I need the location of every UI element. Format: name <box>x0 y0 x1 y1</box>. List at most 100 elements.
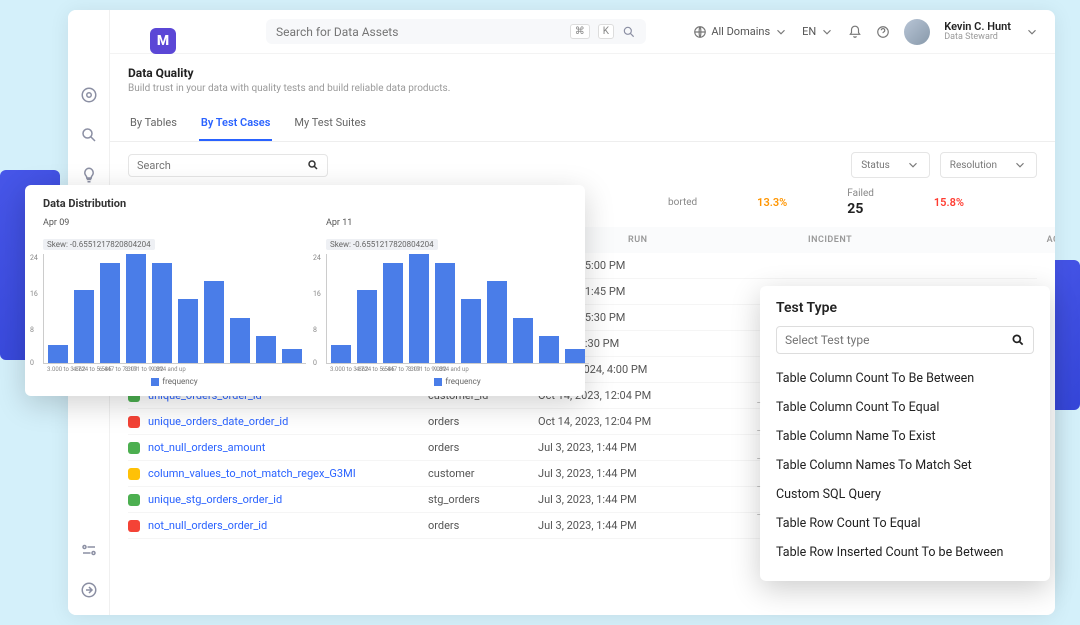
user-role: Data Steward <box>944 33 1011 43</box>
tab-by-test-cases[interactable]: By Test Cases <box>199 108 273 141</box>
bar <box>204 281 224 363</box>
avatar[interactable] <box>904 19 930 45</box>
chevron-down-icon <box>774 25 788 39</box>
test-type-search[interactable] <box>776 326 1034 354</box>
test-type-option[interactable]: Table Column Count To Equal <box>776 393 1034 422</box>
bar <box>48 345 68 363</box>
test-type-option[interactable]: Table Column Names To Match Set <box>776 451 1034 480</box>
bar <box>74 290 94 363</box>
search-icon[interactable] <box>622 25 636 39</box>
bar <box>487 281 507 363</box>
chevron-down-icon <box>906 158 920 172</box>
test-type-option[interactable]: Table Column Name To Exist <box>776 422 1034 451</box>
tabs: By Tables By Test Cases My Test Suites <box>110 108 1055 142</box>
domain-label: All Domains <box>711 25 770 38</box>
topbar-right: All Domains EN Kevin C. Hunt Data Stewar… <box>693 19 1039 45</box>
global-search[interactable]: ⌘ K <box>266 19 646 44</box>
status-filter[interactable]: Status <box>851 152 930 178</box>
domain-selector[interactable]: All Domains <box>693 25 788 39</box>
run-time: Jul 3, 2023, 1:44 PM <box>538 467 708 480</box>
test-name[interactable]: unique_stg_orders_order_id <box>148 493 428 506</box>
bar <box>230 318 250 363</box>
resolution-filter[interactable]: Resolution <box>940 152 1037 178</box>
table-name: orders <box>428 415 538 428</box>
search-icon <box>307 159 319 171</box>
col-run: RUN <box>628 235 808 245</box>
test-type-title: Test Type <box>776 300 1034 316</box>
stat-failed: Failed 25 <box>847 188 874 217</box>
run-time: Oct 14, 2023, 12:04 PM <box>538 415 708 428</box>
test-type-option[interactable]: Custom SQL Query <box>776 480 1034 509</box>
aborted-pct: 13.3% <box>757 196 787 209</box>
bar <box>256 336 276 363</box>
skew-label: Skew: -0.6551217820804204 <box>326 239 438 250</box>
globe-icon <box>693 25 707 39</box>
table-search[interactable] <box>128 154 328 177</box>
status-indicator <box>128 416 140 428</box>
filters-bar: Status Resolution <box>110 142 1055 188</box>
bar <box>282 349 302 363</box>
chevron-down-icon[interactable] <box>1025 25 1039 39</box>
test-name[interactable]: column_values_to_not_match_regex_G3MI <box>148 467 428 480</box>
page-title: Data Quality <box>128 66 1037 80</box>
table-name: stg_orders <box>428 493 538 506</box>
bar <box>435 263 455 363</box>
bar <box>331 345 351 363</box>
tab-by-tables[interactable]: By Tables <box>128 108 179 141</box>
bar <box>409 254 429 363</box>
test-type-option[interactable]: Table Column Count To Be Between <box>776 364 1034 393</box>
bar <box>100 263 120 363</box>
run-time: Jul 3, 2023, 1:44 PM <box>538 519 708 532</box>
run-time: Jul 3, 2023, 1:44 PM <box>538 441 708 454</box>
bar <box>178 299 198 363</box>
user-name: Kevin C. Hunt <box>944 21 1011 33</box>
dist-title: Data Distribution <box>43 197 567 210</box>
table-name: customer <box>428 467 538 480</box>
status-indicator <box>128 442 140 454</box>
settings-icon[interactable] <box>80 541 98 559</box>
col-actions: ACTIONS <box>1008 235 1055 245</box>
bar <box>126 254 146 363</box>
test-type-option[interactable]: Table Row Count To Equal <box>776 509 1034 538</box>
user-info: Kevin C. Hunt Data Steward <box>944 21 1011 43</box>
chart: Apr 11 Skew: -0.6551217820804204 241680 … <box>326 218 589 386</box>
chevron-down-icon <box>1013 158 1027 172</box>
failed-pct: 15.8% <box>934 196 964 209</box>
page-subtitle: Build trust in your data with quality te… <box>128 83 1037 94</box>
stat-aborted: borted <box>668 197 697 208</box>
explore-icon[interactable] <box>80 86 98 104</box>
insights-icon[interactable] <box>80 166 98 184</box>
bars: 241680 <box>326 254 589 364</box>
search-icon[interactable] <box>80 126 98 144</box>
status-indicator <box>128 520 140 532</box>
bar <box>539 336 559 363</box>
table-name: orders <box>428 441 538 454</box>
notifications-icon[interactable] <box>848 25 862 39</box>
logout-icon[interactable] <box>80 581 98 599</box>
bars: 241680 <box>43 254 306 364</box>
legend: frequency <box>43 377 306 386</box>
test-type-list: Table Column Count To Be BetweenTable Co… <box>776 364 1034 567</box>
test-type-input[interactable] <box>785 333 1011 347</box>
kbd-cmd: ⌘ <box>570 24 590 39</box>
test-name[interactable]: not_null_orders_order_id <box>148 519 428 532</box>
test-name[interactable]: not_null_orders_amount <box>148 441 428 454</box>
table-search-input[interactable] <box>137 159 307 172</box>
kbd-k: K <box>598 24 614 39</box>
bar <box>152 263 172 363</box>
tab-my-test-suites[interactable]: My Test Suites <box>292 108 368 141</box>
test-type-option[interactable]: Table Row Inserted Count To be Between <box>776 538 1034 567</box>
logo: M <box>150 28 176 54</box>
bar <box>357 290 377 363</box>
bar <box>565 349 585 363</box>
test-name[interactable]: unique_orders_date_order_id <box>148 415 428 428</box>
lang-selector[interactable]: EN <box>802 25 834 39</box>
status-indicator <box>128 494 140 506</box>
help-icon[interactable] <box>876 25 890 39</box>
bar <box>513 318 533 363</box>
status-indicator <box>128 468 140 480</box>
chart-date: Apr 11 <box>326 218 589 228</box>
bar <box>461 299 481 363</box>
global-search-input[interactable] <box>276 25 562 39</box>
chevron-down-icon <box>820 25 834 39</box>
